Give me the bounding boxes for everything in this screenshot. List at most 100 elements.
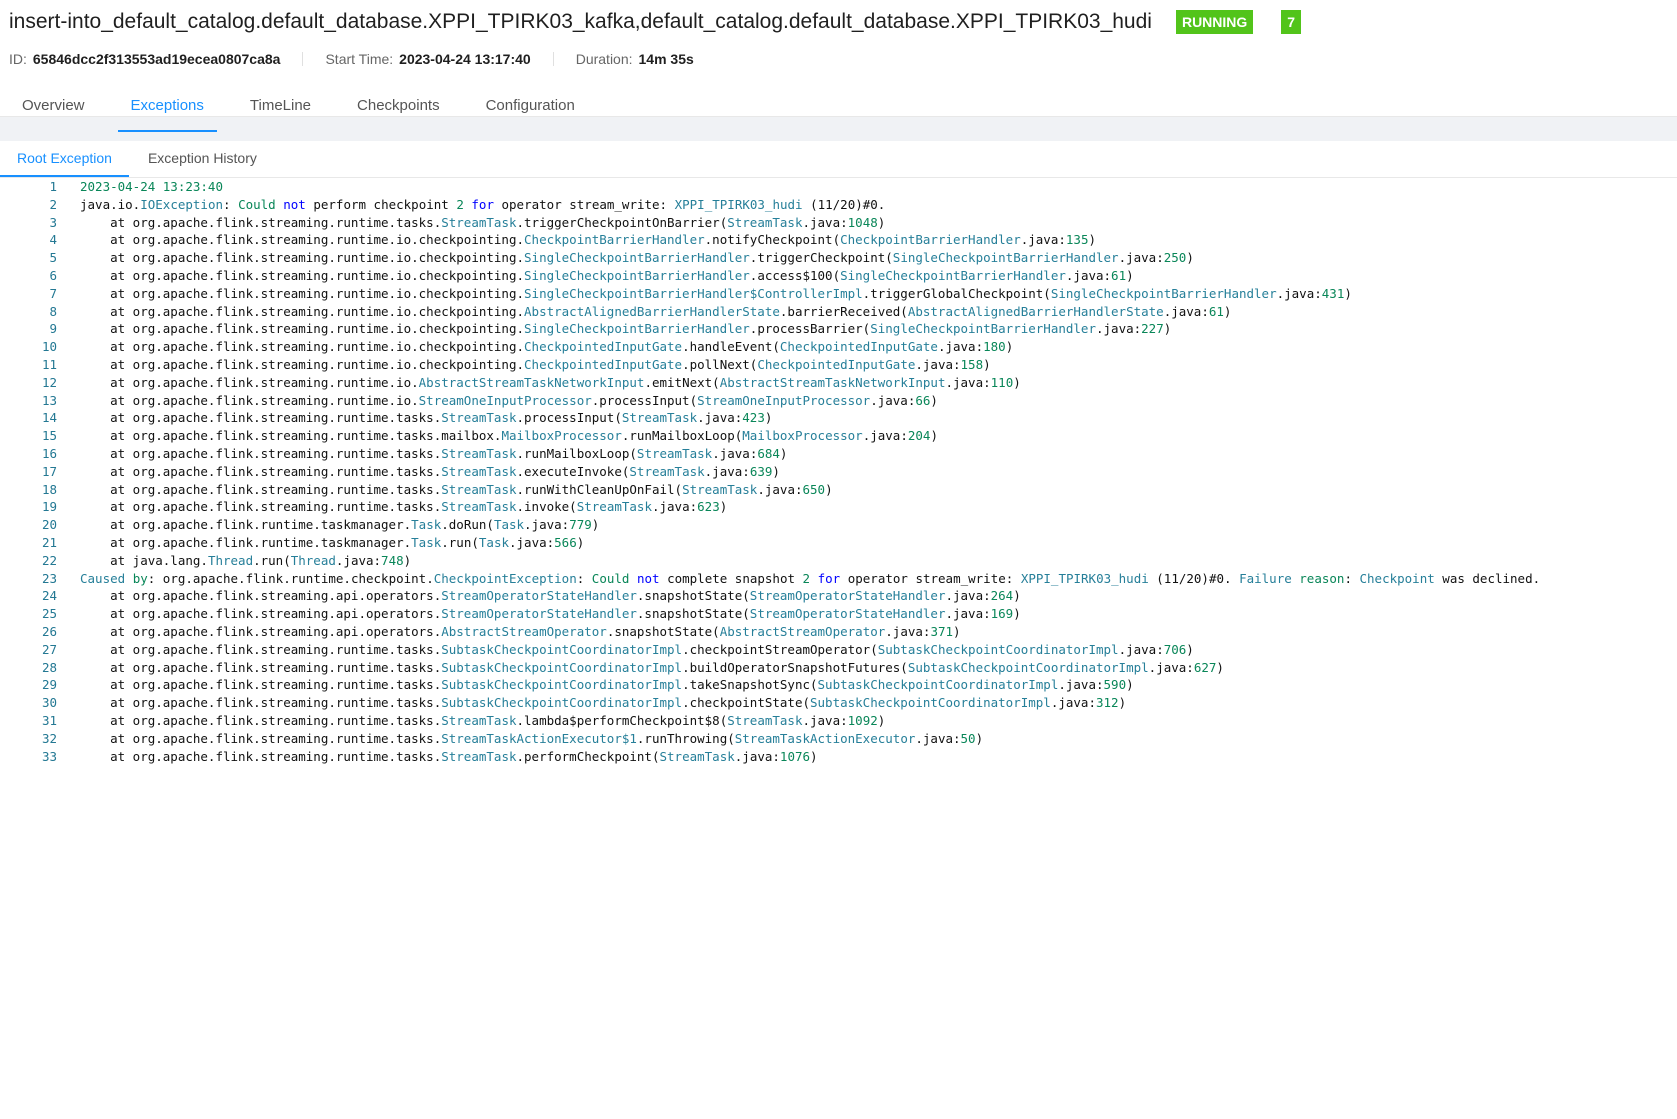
tab-exception-history[interactable]: Exception History xyxy=(131,141,274,177)
log-token: ) xyxy=(591,517,600,533)
log-token: at org.apache.flink.streaming.runtime.io… xyxy=(80,285,525,301)
log-token: SubtaskCheckpointCoordinatorImpl xyxy=(441,695,683,711)
log-line: 29 at org.apache.flink.streaming.runtime… xyxy=(0,676,1677,694)
log-token: StreamTask xyxy=(441,499,517,515)
log-token: at org.apache.flink.streaming.runtime.ta… xyxy=(80,410,442,426)
log-token: IOException xyxy=(140,196,224,212)
log-line: 5 at org.apache.flink.streaming.runtime.… xyxy=(0,249,1677,267)
log-token: 180 xyxy=(983,339,1006,355)
log-token: ) xyxy=(930,428,938,444)
line-number: 15 xyxy=(41,428,57,444)
log-token: Task xyxy=(493,517,525,533)
line-number: 32 xyxy=(41,730,57,746)
log-token: .triggerCheckpointOnBarrier( xyxy=(516,214,728,230)
log-token: 779 xyxy=(569,517,592,533)
log-line: 12 at org.apache.flink.streaming.runtime… xyxy=(0,374,1677,392)
log-text: at org.apache.flink.runtime.taskmanager.… xyxy=(57,534,584,552)
log-token: reason xyxy=(1299,570,1345,586)
log-line: 1 2023-04-24 13:23:40 xyxy=(0,178,1677,196)
log-token: .java: xyxy=(1163,303,1209,319)
line-number: 3 xyxy=(49,214,57,230)
log-token: StreamTask xyxy=(621,410,698,426)
log-text: at org.apache.flink.streaming.runtime.io… xyxy=(57,374,1021,392)
exception-log[interactable]: 1 2023-04-24 13:23:40 2 java.io.IOException… xyxy=(0,178,1677,765)
log-line: 3 at org.apache.flink.streaming.runtime.… xyxy=(0,214,1677,232)
log-token: at org.apache.flink.streaming.runtime.io… xyxy=(80,392,419,408)
log-line: 21 at org.apache.flink.runtime.taskmanag… xyxy=(0,534,1677,552)
log-token: Caused xyxy=(80,570,126,586)
log-line: 10 at org.apache.flink.streaming.runtime… xyxy=(0,338,1677,356)
line-number: 4 xyxy=(49,232,57,248)
log-token: .java: xyxy=(802,712,848,728)
log-token: .checkpointState( xyxy=(682,695,810,711)
line-number: 11 xyxy=(41,356,57,372)
log-token: .processBarrier( xyxy=(749,321,871,337)
log-line: 32 at org.apache.flink.streaming.runtime… xyxy=(0,730,1677,748)
log-token: : xyxy=(223,196,239,212)
log-token: 748 xyxy=(381,552,404,568)
log-token: at org.apache.flink.streaming.runtime.ta… xyxy=(80,445,442,461)
log-token: operator stream_write: xyxy=(840,570,1021,586)
log-token: .pollNext( xyxy=(682,356,758,372)
log-token: at org.apache.flink.streaming.runtime.io… xyxy=(80,356,525,372)
log-token: at org.apache.flink.streaming.runtime.ta… xyxy=(80,214,442,230)
log-line: 11 at org.apache.flink.streaming.runtime… xyxy=(0,356,1677,374)
log-line: 24 at org.apache.flink.streaming.api.ope… xyxy=(0,587,1677,605)
log-token: CheckpointBarrierHandler xyxy=(840,232,1021,248)
log-token: ) xyxy=(877,214,886,230)
log-token: 1048 xyxy=(847,214,878,230)
log-token: Checkpoint xyxy=(1359,570,1435,586)
log-token xyxy=(629,571,637,586)
job-title: insert-into_default_catalog.default_data… xyxy=(9,10,1152,33)
log-token: at org.apache.flink.streaming.runtime.io… xyxy=(80,267,525,283)
tab-exceptions[interactable]: Exceptions xyxy=(117,88,217,132)
log-token: .buildOperatorSnapshotFutures( xyxy=(682,659,908,675)
log-token: SubtaskCheckpointCoordinatorImpl xyxy=(877,641,1119,657)
log-token: .snapshotState( xyxy=(606,623,720,639)
log-token: .runMailboxLoop( xyxy=(516,445,637,461)
log-line: 19 at org.apache.flink.streaming.runtime… xyxy=(0,498,1677,516)
tab-checkpoints[interactable]: Checkpoints xyxy=(344,88,453,132)
tab-configuration[interactable]: Configuration xyxy=(473,88,588,132)
log-line: 6 at org.apache.flink.streaming.runtime.… xyxy=(0,267,1677,285)
log-token: 61 xyxy=(1208,303,1224,319)
log-line: 2 java.io.IOException: Could not perform … xyxy=(0,196,1677,214)
log-token: 312 xyxy=(1095,695,1119,711)
tab-overview[interactable]: Overview xyxy=(9,88,98,132)
log-token: StreamTask xyxy=(727,214,803,230)
log-token: SingleCheckpointBarrierHandler xyxy=(892,250,1119,266)
log-text: at org.apache.flink.streaming.api.operat… xyxy=(57,605,1021,623)
log-token: .lambda$performCheckpoint$8( xyxy=(516,712,728,728)
log-token: ) xyxy=(1223,303,1232,319)
line-number: 10 xyxy=(41,339,57,355)
log-token: .java: xyxy=(651,499,698,515)
log-token: ) xyxy=(576,534,585,550)
log-token: .run( xyxy=(253,552,291,568)
tab-root-exception[interactable]: Root Exception xyxy=(0,141,129,177)
line-number: 33 xyxy=(41,748,57,764)
log-token: SingleCheckpointBarrierHandler xyxy=(870,321,1096,337)
log-token: 639 xyxy=(749,463,773,479)
log-token: SubtaskCheckpointCoordinatorImpl xyxy=(907,659,1149,675)
log-token: .access$100( xyxy=(749,267,841,283)
log-token: CheckpointBarrierHandler xyxy=(524,232,705,248)
log-token: at org.apache.flink.streaming.runtime.ta… xyxy=(80,695,442,711)
log-token: by xyxy=(132,570,148,586)
log-token: : xyxy=(576,570,592,586)
log-token: .java: xyxy=(509,534,555,550)
log-token: 2023-04-24 13:23:40 xyxy=(80,179,223,194)
log-token: 66 xyxy=(915,392,931,408)
log-token: for xyxy=(817,570,841,586)
log-token: ) xyxy=(825,481,833,497)
log-token: .handleEvent( xyxy=(682,339,780,355)
log-text: java.io.IOException: Could not perform c… xyxy=(57,196,885,214)
log-text: at org.apache.flink.streaming.runtime.ta… xyxy=(57,659,1224,677)
log-token: at org.apache.flink.streaming.runtime.ta… xyxy=(80,748,442,764)
log-token: at org.apache.flink.streaming.runtime.io… xyxy=(80,303,525,319)
line-number: 19 xyxy=(41,499,57,515)
log-token: .snapshotState( xyxy=(636,588,750,604)
tab-timeline[interactable]: TimeLine xyxy=(237,88,324,132)
duration-value: 14m 35s xyxy=(638,51,694,67)
log-token: StreamTask xyxy=(441,214,517,230)
log-text: at org.apache.flink.streaming.runtime.ta… xyxy=(57,214,885,232)
